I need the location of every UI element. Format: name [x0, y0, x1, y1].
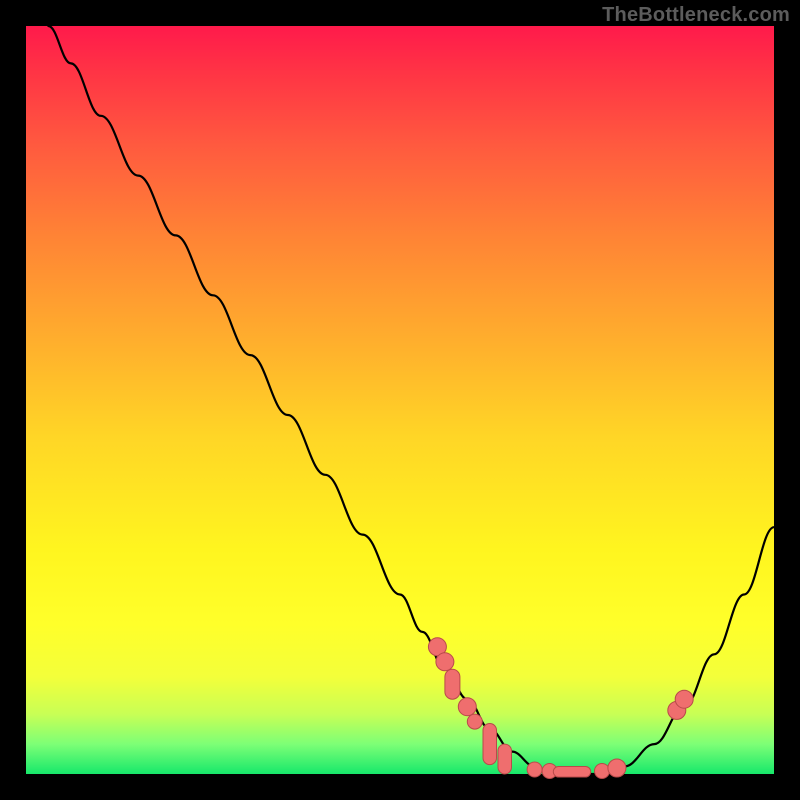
bottleneck-curve	[48, 26, 774, 774]
cluster-left-lower2	[467, 714, 482, 729]
cluster-left-pill	[445, 669, 460, 699]
valley-pill	[553, 767, 590, 778]
vertical-pill-1	[483, 724, 497, 765]
cluster-left-upper2	[436, 653, 454, 671]
valley-dot-1	[527, 762, 542, 777]
chart-overlay	[26, 26, 774, 774]
valley-dot-3	[595, 764, 610, 779]
valley-dot-4	[608, 759, 626, 777]
data-markers	[428, 638, 693, 779]
right-dot-2	[675, 690, 693, 708]
cluster-left-lower	[458, 698, 476, 716]
vertical-pill-2	[498, 744, 512, 774]
watermark-text: TheBottleneck.com	[602, 4, 790, 27]
